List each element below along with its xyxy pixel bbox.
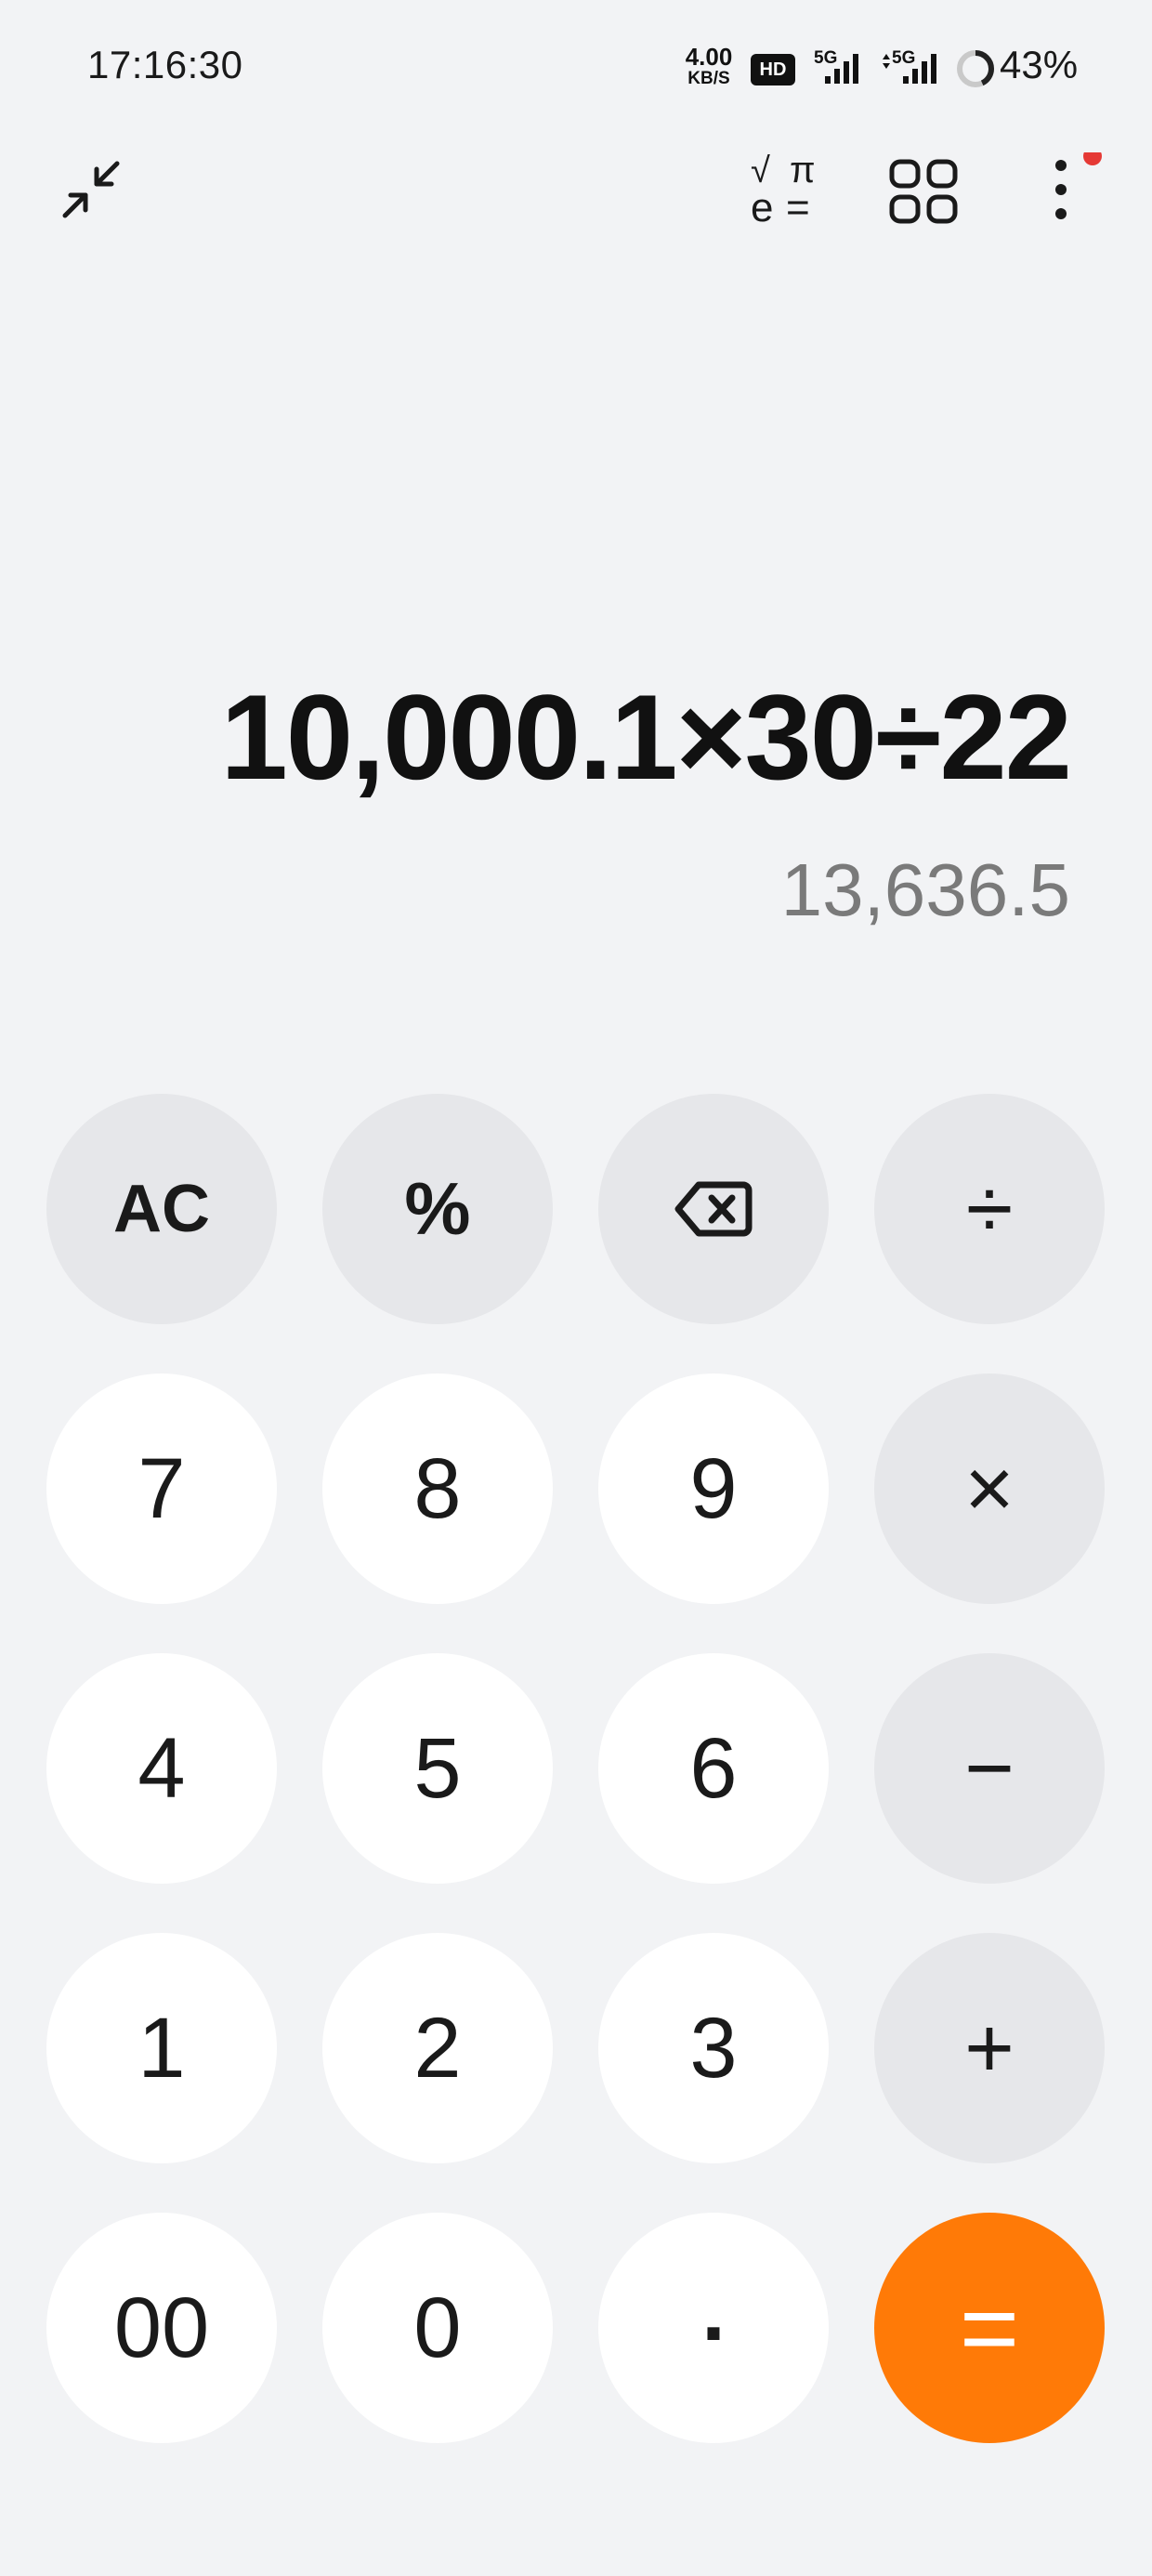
signal-icon: 5G	[879, 46, 946, 92]
grid-icon[interactable]	[888, 158, 959, 230]
key-label: 0	[413, 2280, 462, 2375]
status-bar: 17:16:30 4.00 KB/S HD 5G 5G 43%	[0, 0, 1152, 139]
status-time: 17:16:30	[87, 43, 243, 86]
key-label: 00	[113, 2280, 210, 2375]
key-label: +	[964, 2000, 1015, 2096]
key-label: ×	[964, 1440, 1015, 1536]
key-label: 8	[413, 1440, 462, 1536]
network-speed-value: 4.00	[685, 43, 733, 71]
key-label: −	[964, 1720, 1015, 1816]
collapse-icon[interactable]	[54, 152, 128, 231]
network-speed-unit: KB/S	[687, 69, 730, 88]
key-label: 6	[689, 1720, 738, 1816]
divide-button[interactable]: ÷	[874, 1094, 1105, 1324]
signal-icon: 5G	[814, 46, 866, 92]
clear-all-button[interactable]: AC	[46, 1094, 277, 1324]
double-zero-button[interactable]: 00	[46, 2213, 277, 2443]
key-label: 5	[413, 1720, 462, 1816]
key-label: 1	[137, 2000, 186, 2096]
key-label: 7	[137, 1440, 186, 1536]
key-label: 9	[689, 1440, 738, 1536]
add-button[interactable]: +	[874, 1933, 1105, 2163]
key-label: 2	[413, 2000, 462, 2096]
network-speed: 4.00 KB/S	[680, 45, 738, 87]
digit-4-button[interactable]: 4	[46, 1653, 277, 1884]
digit-7-button[interactable]: 7	[46, 1373, 277, 1604]
result-preview: 13,636.5	[780, 848, 1070, 931]
hd-badge: HD	[751, 54, 795, 85]
digit-3-button[interactable]: 3	[598, 1933, 829, 2163]
digit-9-button[interactable]: 9	[598, 1373, 829, 1604]
key-label: 4	[137, 1720, 186, 1816]
multiply-button[interactable]: ×	[874, 1373, 1105, 1604]
scientific-mode-icon[interactable]: √ π e =	[743, 150, 832, 233]
equals-button[interactable]: =	[874, 2213, 1105, 2443]
subtract-button[interactable]: −	[874, 1653, 1105, 1884]
expression-display: 10,000.1×30÷22	[220, 669, 1072, 805]
key-label: ÷	[965, 1161, 1014, 1256]
signal-1-label: 5G	[814, 48, 837, 68]
digit-2-button[interactable]: 2	[322, 1933, 553, 2163]
digit-5-button[interactable]: 5	[322, 1653, 553, 1884]
decimal-button[interactable]: .	[598, 2213, 829, 2443]
key-label: 3	[689, 2000, 738, 2096]
more-icon[interactable]	[1041, 147, 1107, 231]
key-label: %	[404, 1167, 471, 1250]
percent-button[interactable]: %	[322, 1094, 553, 1324]
e-symbol: e	[751, 185, 773, 229]
key-label: =	[959, 2270, 1020, 2385]
notification-dot	[1083, 147, 1102, 165]
digit-0-button[interactable]: 0	[322, 2213, 553, 2443]
digit-1-button[interactable]: 1	[46, 1933, 277, 2163]
signal-2-label: 5G	[892, 48, 915, 68]
battery-ring-icon	[955, 48, 996, 94]
equals-symbol: =	[786, 185, 810, 229]
backspace-button[interactable]	[598, 1094, 829, 1324]
digit-6-button[interactable]: 6	[598, 1653, 829, 1884]
battery-percent: 43%	[1000, 43, 1079, 86]
key-label: .	[701, 2263, 726, 2359]
key-label: AC	[113, 1172, 210, 1246]
digit-8-button[interactable]: 8	[322, 1373, 553, 1604]
backspace-icon	[674, 1181, 753, 1237]
